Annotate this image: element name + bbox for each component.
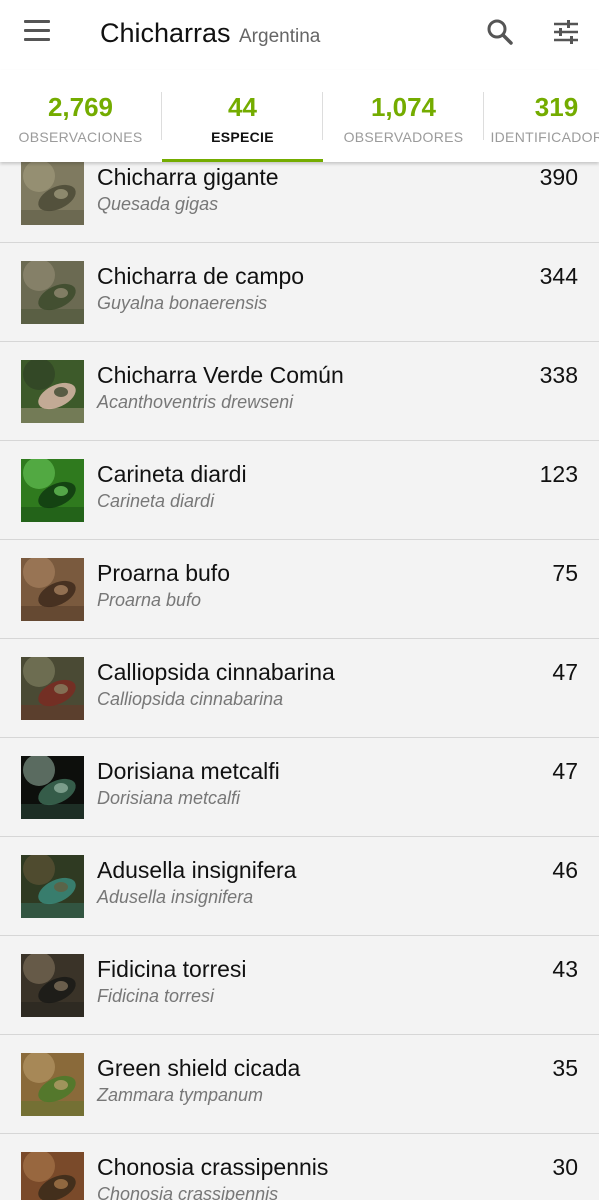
taxon-title: Chicharras [100,18,231,48]
species-photo [21,954,84,1017]
tab-observadores[interactable]: 1,074 OBSERVADORES [323,70,484,162]
observation-count: 46 [552,857,578,883]
species-common-name: Adusella insignifera [97,857,297,883]
observation-count: 30 [552,1154,578,1180]
stat-value: 319 [534,92,579,122]
species-photo [21,855,84,918]
species-common-name: Fidicina torresi [97,956,247,982]
species-row[interactable]: Proarna bufo Proarna bufo 75 [0,540,599,639]
species-row[interactable]: Chicharra Verde Común Acanthoventris drew… [0,342,599,441]
app-bar: Chicharras Argentina [0,0,599,70]
tab-especie[interactable]: 44 ESPECIE [162,70,323,162]
species-photo [21,1152,84,1200]
tab-observaciones[interactable]: 2,769 OBSERVACIONES [0,70,161,162]
observation-count: 47 [552,758,578,784]
stat-value: 2,769 [47,92,114,122]
observation-count: 390 [539,164,578,190]
species-common-name: Calliopsida cinnabarina [97,659,335,685]
stat-label: ESPECIE [211,129,274,145]
place-subtitle: Argentina [239,26,321,47]
observation-count: 123 [539,461,578,487]
stat-value: 44 [228,92,257,122]
species-scientific-name: Proarna bufo [97,590,202,610]
species-row[interactable]: Calliopsida cinnabarina Calliopsida cinna… [0,639,599,738]
species-scientific-name: Adusella insignifera [97,887,254,907]
stat-label: OBSERVACIONES [18,129,143,145]
observation-count: 47 [552,659,578,685]
species-row[interactable]: Chonosia crassipennis Chonosia crassipenn… [0,1134,599,1200]
species-photo [21,261,84,324]
species-common-name: Chicharra gigante [97,164,279,190]
species-scientific-name: Dorisiana metcalfi [97,788,241,808]
species-common-name: Carineta diardi [97,461,247,487]
species-photo [21,459,84,522]
species-scientific-name: Guyalna bonaerensis [97,293,268,313]
species-scientific-name: Calliopsida cinnabarina [97,689,284,709]
species-row[interactable]: Carineta diardi Carineta diardi 123 [0,441,599,540]
observation-count: 75 [552,560,578,586]
stat-label: IDENTIFICADORES [490,129,599,145]
filter-sliders-icon[interactable] [550,16,582,48]
species-row[interactable]: Adusella insignifera Adusella insignifera… [0,837,599,936]
species-common-name: Chonosia crassipennis [97,1154,329,1180]
stat-label: OBSERVADORES [343,129,464,145]
search-icon[interactable] [484,16,516,48]
species-scientific-name: Fidicina torresi [97,986,215,1006]
species-photo [21,360,84,423]
stats-tabs: 2,769 OBSERVACIONES 44 ESPECIE 1,074 OBS… [0,70,599,162]
species-photo [21,657,84,720]
observation-count: 344 [539,263,578,289]
species-scientific-name: Quesada gigas [97,194,219,214]
stat-value: 1,074 [370,92,437,122]
page-title: Chicharras Argentina [100,18,320,49]
observation-count: 43 [552,956,578,982]
observation-count: 338 [539,362,578,388]
menu-icon[interactable] [24,20,54,44]
species-photo [21,1053,84,1116]
species-common-name: Green shield cicada [97,1055,301,1081]
species-photo [21,756,84,819]
species-common-name: Proarna bufo [97,560,230,586]
species-scientific-name: Carineta diardi [97,491,215,511]
species-photo [21,558,84,621]
species-row[interactable]: Chicharra gigante Quesada gigas 390 [0,162,599,243]
species-common-name: Dorisiana metcalfi [97,758,280,784]
species-list: Chicharra gigante Quesada gigas 390 Chichar… [0,162,599,1200]
species-common-name: Chicharra de campo [97,263,305,289]
species-scientific-name: Acanthoventris drewseni [97,392,294,412]
observation-count: 35 [552,1055,578,1081]
species-scientific-name: Zammara tympanum [97,1085,264,1105]
species-row[interactable]: Green shield cicada Zammara tympanum 35 [0,1035,599,1134]
species-row[interactable]: Chicharra de campo Guyalna bonaerensis 344 [0,243,599,342]
species-photo [21,162,84,225]
species-common-name: Chicharra Verde Común [97,362,344,388]
tab-identificadores[interactable]: 319 IDENTIFICADORES [484,70,599,162]
species-row[interactable]: Fidicina torresi Fidicina torresi 43 [0,936,599,1035]
species-scientific-name: Chonosia crassipennis [97,1184,279,1200]
species-row[interactable]: Dorisiana metcalfi Dorisiana metcalfi 47 [0,738,599,837]
